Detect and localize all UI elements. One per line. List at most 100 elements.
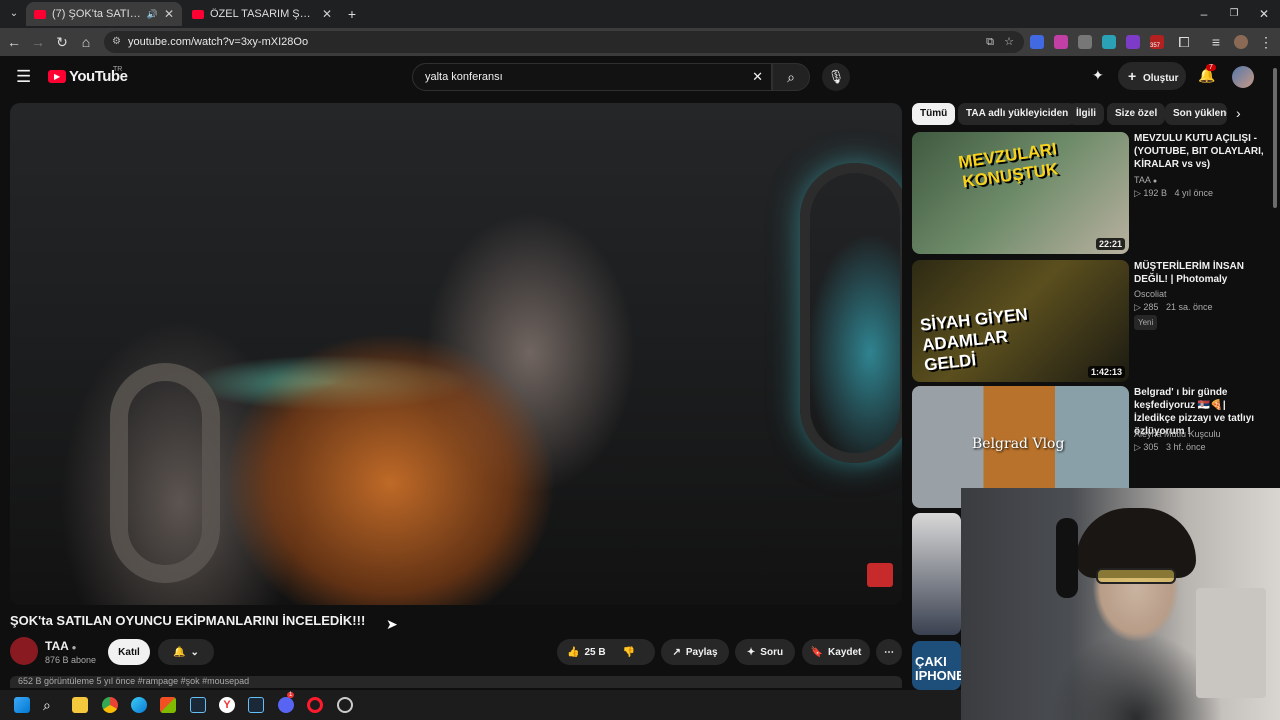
store-icon[interactable] [160, 697, 176, 713]
views: 285 [1143, 302, 1159, 312]
create-sparkle-icon[interactable]: ✦ [1092, 67, 1104, 84]
youtube-favicon-icon [34, 9, 46, 19]
recommendation-title[interactable]: MÜŞTERİLERİM İNSAN DEĞİL! | Photomaly [1134, 260, 1270, 286]
save-label: Kaydet [828, 646, 862, 658]
edge-icon[interactable] [131, 697, 147, 713]
like-count[interactable]: 25 B [584, 647, 605, 658]
steam-icon[interactable] [190, 697, 206, 713]
search-input[interactable]: yalta konferansı ✕ [412, 63, 772, 91]
chip-recently-uploaded[interactable]: Son yüklene [1165, 103, 1227, 125]
channel-name-text: TAA [45, 639, 69, 653]
chip-related[interactable]: İlgili [1068, 103, 1104, 125]
account-avatar[interactable] [1232, 66, 1254, 88]
extension-icon[interactable] [1102, 35, 1116, 49]
extensions-puzzle-icon[interactable]: ⧠ [1174, 32, 1194, 52]
recommendation-thumbnail[interactable]: ÇAKI IPHONE [912, 641, 961, 690]
chip-for-you[interactable]: Size özel [1107, 103, 1166, 125]
back-icon[interactable]: ← [4, 32, 24, 52]
ask-label: Soru [760, 646, 784, 658]
subscribe-bell-button[interactable]: 🔔 ⌄ [158, 639, 214, 665]
description-box[interactable]: 652 B görüntüleme 5 yıl önce #rampage #ş… [10, 676, 902, 688]
extension-icon[interactable] [1030, 35, 1044, 49]
audio-icon[interactable]: 🔊 [147, 9, 158, 20]
tab-inactive[interactable]: ÖZEL TASARIM ŞEF BIÇAĞINI İNCELEDİK ✕ [184, 2, 340, 26]
hamburger-menu-icon[interactable]: ☰ [16, 67, 31, 87]
recommendation-channel[interactable]: Oscoliat [1134, 288, 1270, 301]
scrollbar-thumb[interactable] [1273, 68, 1277, 208]
recommendation-thumbnail[interactable]: SİYAH GİYEN ADAMLAR GELDİ 1:42:13 [912, 260, 1129, 382]
youtube-favicon-icon [192, 9, 204, 19]
chrome-icon[interactable] [102, 697, 118, 713]
channel-avatar[interactable] [10, 637, 38, 665]
views-icon: ▷ [1134, 442, 1144, 452]
reading-list-icon[interactable]: ≡ [1206, 32, 1226, 52]
clear-search-icon[interactable]: ✕ [752, 64, 763, 90]
headset-left-shape [110, 363, 220, 583]
discord-icon[interactable]: 1 [278, 692, 295, 713]
video-duration: 22:21 [1095, 238, 1125, 250]
verified-icon: ● [71, 643, 77, 652]
site-info-icon[interactable]: ⚙ [112, 31, 121, 53]
recommendation-channel[interactable]: Aleyna Mutlu Kuşculu [1134, 428, 1270, 441]
glasses-shape [1096, 568, 1176, 584]
channel-name[interactable]: TAA ● [45, 639, 77, 653]
share-button[interactable]: ↗ Paylaş [661, 639, 729, 665]
create-label: Oluştur [1142, 73, 1179, 84]
recommendation-thumbnail[interactable]: MEVZULARI KONUŞTUK 22:21 [912, 132, 1129, 254]
dislike-icon[interactable]: 👎 [623, 647, 635, 658]
app-icon[interactable] [337, 697, 353, 713]
search-icon[interactable]: ⌕ [43, 697, 59, 713]
tab-search-icon[interactable]: ⌄ [4, 4, 24, 24]
chip-all[interactable]: Tümü [912, 103, 956, 125]
chips-next-icon[interactable]: › [1236, 105, 1241, 121]
recommendation-thumbnail[interactable] [912, 513, 961, 635]
opera-icon[interactable] [307, 697, 323, 713]
install-icon[interactable]: ⧉ [986, 31, 994, 53]
more-actions-button[interactable]: ⋯ [876, 639, 902, 665]
channel-watermark-icon[interactable] [867, 563, 893, 587]
like-icon[interactable]: 👍 [567, 647, 579, 658]
bookmark-star-icon[interactable]: ☆ [1004, 31, 1014, 53]
headset-right-shape [800, 163, 902, 463]
url-text: youtube.com/watch?v=3xy-mXI28Oo [128, 36, 309, 48]
window-close-icon[interactable]: ✕ [1254, 4, 1274, 24]
browser-menu-icon[interactable]: ⋮ [1256, 32, 1276, 52]
start-icon[interactable] [14, 697, 30, 713]
join-button[interactable]: Katıl [108, 639, 150, 665]
reload-icon[interactable]: ↻ [52, 32, 72, 52]
url-input[interactable]: ⚙ youtube.com/watch?v=3xy-mXI28Oo ⧉ ☆ [104, 31, 1024, 53]
search-button[interactable]: ⌕ [772, 63, 810, 91]
steam-icon[interactable] [248, 697, 264, 713]
file-explorer-icon[interactable] [72, 697, 88, 713]
restore-icon[interactable]: ❐ [1224, 4, 1244, 24]
close-icon[interactable]: ✕ [164, 7, 174, 21]
extension-icon[interactable] [1126, 35, 1140, 49]
tab-active[interactable]: (7) ŞOK'ta SATILAN OYUNCU EKİPMANLARINI … [26, 2, 182, 26]
close-icon[interactable]: ✕ [322, 7, 332, 21]
recommendation-stats: ▷ 305 3 hf. önce [1134, 441, 1270, 454]
youtube-logo-icon[interactable]: ▶ [48, 70, 66, 83]
profile-avatar[interactable] [1234, 35, 1248, 49]
extension-badge-icon[interactable]: 357 [1150, 35, 1164, 49]
recommendation-stats: ▷ 192 B 4 yıl önce [1134, 187, 1270, 200]
video-player[interactable] [10, 103, 902, 605]
chip-from-uploader[interactable]: TAA adlı yükleyiciden [958, 103, 1077, 125]
headphones-shape [1056, 518, 1078, 598]
voice-search-icon[interactable]: 🎙 [822, 63, 850, 91]
recommendation-title[interactable]: MEVZULU KUTU AÇILIŞI - (YOUTUBE, BIT OLA… [1134, 132, 1270, 171]
ask-button[interactable]: ✦ Soru [735, 639, 795, 665]
new-tab-icon[interactable]: + [342, 4, 362, 24]
yandex-icon[interactable]: Y [219, 697, 235, 713]
subscriber-count: 876 B abone [45, 655, 97, 665]
save-button[interactable]: 🔖 Kaydet [802, 639, 870, 665]
share-label: Paylaş [685, 646, 718, 658]
views: 305 [1143, 442, 1159, 452]
extension-icon[interactable] [1078, 35, 1092, 49]
create-button[interactable]: + Oluştur [1118, 62, 1186, 90]
home-icon[interactable]: ⌂ [76, 32, 96, 52]
extension-icon[interactable] [1054, 35, 1068, 49]
channel-text[interactable]: TAA [1134, 175, 1150, 185]
forward-icon[interactable]: → [28, 32, 48, 52]
windows-taskbar: ⌕ Y 1 [0, 690, 961, 720]
minimize-icon[interactable]: – [1194, 4, 1214, 24]
